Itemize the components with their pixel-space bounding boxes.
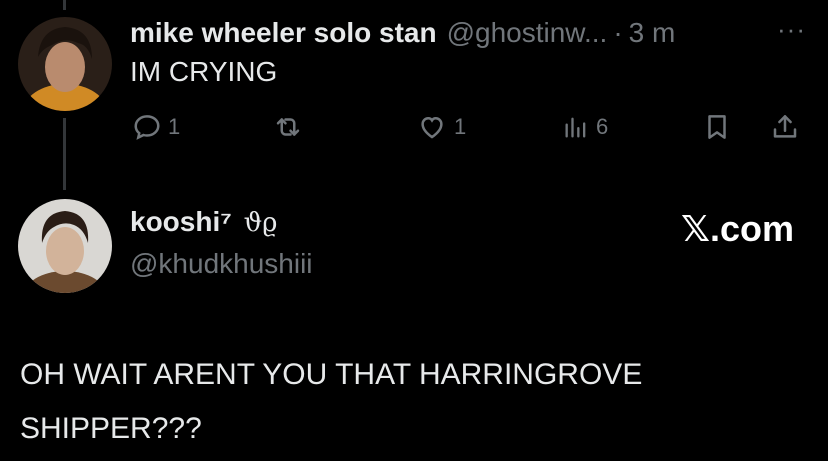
reply-count: 1 (168, 114, 181, 139)
user-handle[interactable]: @ghostinw... (447, 17, 608, 49)
tweet-header: mike wheeler solo stan @ghostinw... · 3 … (130, 14, 810, 52)
like-icon (421, 116, 443, 139)
avatar[interactable] (18, 17, 112, 111)
tweet-text: IM CRYING (130, 56, 278, 87)
timestamp[interactable]: 3 m (629, 17, 676, 49)
bookmark-button[interactable] (702, 112, 732, 142)
views-count: 6 (596, 114, 609, 139)
avatar[interactable] (18, 199, 112, 293)
tweet-actions: 1 1 6 (130, 112, 810, 148)
display-name[interactable]: mike wheeler solo stan (130, 17, 437, 49)
views-button[interactable]: 6 (562, 112, 608, 142)
user-handle[interactable]: @khudkhushiii (130, 248, 313, 280)
reply-author: kooshi⁷ ϑϱ (130, 206, 277, 238)
reply-button[interactable]: 1 (132, 112, 180, 142)
more-icon[interactable]: ··· (777, 14, 806, 45)
share-icon (773, 115, 797, 138)
bookmark-icon (708, 115, 726, 139)
share-button[interactable] (770, 112, 800, 142)
like-button[interactable]: 1 (416, 112, 466, 142)
display-name[interactable]: kooshi⁷ (130, 206, 232, 237)
reply-text: OH WAIT ARENT YOU THAT HARRINGROVE SHIPP… (20, 358, 643, 445)
retweet-button[interactable] (272, 112, 304, 142)
name-emoticon: ϑϱ (243, 208, 278, 238)
reply-icon (134, 115, 160, 140)
retweet-icon (276, 118, 300, 136)
like-count: 1 (454, 114, 467, 139)
thread-line (63, 118, 66, 190)
views-icon (565, 117, 586, 138)
thread-line (63, 0, 66, 10)
x-logo-watermark: 𝕏.com (680, 208, 794, 249)
separator-dot: · (613, 17, 623, 48)
